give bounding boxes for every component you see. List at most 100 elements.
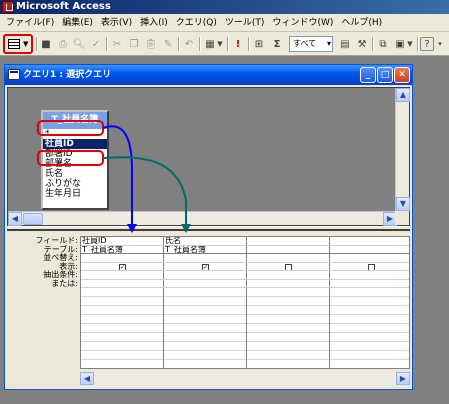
spelling-icon[interactable]: ✓: [88, 36, 104, 52]
paste-icon[interactable]: 📋︎: [143, 36, 159, 52]
grid-cell-table[interactable]: T_社員名簿: [81, 246, 164, 254]
datasheet-view-icon: [8, 39, 20, 49]
menu-tools[interactable]: ツール(T): [221, 14, 269, 32]
build-icon[interactable]: ⚒: [354, 36, 370, 52]
run-icon[interactable]: !: [230, 36, 246, 52]
grid-cell-or[interactable]: [247, 280, 330, 288]
field-list-item[interactable]: 社員ID: [43, 139, 107, 149]
menu-edit[interactable]: 編集(E): [58, 14, 97, 32]
scroll-down-icon[interactable]: ▼: [396, 197, 410, 211]
print-icon[interactable]: ⎙: [55, 36, 71, 52]
grid-horizontal-scrollbar[interactable]: ◀ ▶: [80, 372, 410, 385]
show-table-icon[interactable]: ⊞: [251, 36, 267, 52]
chevron-down-icon[interactable]: ▼: [216, 36, 224, 52]
app-title-bar: Microsoft Access: [0, 0, 449, 14]
menu-view[interactable]: 表示(V): [97, 14, 136, 32]
grid-row-labels: フィールド: テーブル: 並べ替え: 表示: 抽出条件: または:: [7, 236, 79, 288]
grid-cell-table[interactable]: T_社員名簿: [164, 246, 247, 254]
horizontal-scrollbar[interactable]: ◀ ▶: [8, 211, 397, 226]
scrollbar-thumb[interactable]: [23, 213, 43, 225]
grid-cell-table[interactable]: [330, 246, 409, 254]
view-button[interactable]: ▼: [3, 34, 33, 54]
grid-cell-field[interactable]: [330, 237, 409, 246]
field-list-item[interactable]: 氏名: [43, 169, 107, 179]
scroll-left-icon[interactable]: ◀: [8, 212, 22, 226]
help-icon[interactable]: ?: [420, 37, 434, 51]
grid-cell-criteria[interactable]: [81, 271, 164, 280]
toolbar-separator: [372, 37, 373, 51]
design-grid: 社員ID T_社員名簿 ✓ 氏名 T_社員名簿 ✓: [80, 236, 410, 369]
grid-cell-criteria[interactable]: [330, 271, 409, 280]
grid-divider: [163, 288, 164, 368]
field-list-item[interactable]: 生年月日: [43, 189, 107, 199]
grid-cell-criteria[interactable]: [164, 271, 247, 280]
field-list-item[interactable]: ふりがな: [43, 179, 107, 189]
save-icon[interactable]: ■: [38, 36, 54, 52]
scroll-up-icon[interactable]: ▲: [396, 88, 410, 102]
menu-query[interactable]: クエリ(Q): [172, 14, 221, 32]
grid-cell-or[interactable]: [330, 280, 409, 288]
table-pane: T_社員名簿 * 社員ID 部署ID 部署名 氏名 ふりがな 生年月日 ▲ ▼ …: [7, 87, 410, 226]
copy-icon[interactable]: ❐: [126, 36, 142, 52]
query-window-title: クエリ1 : 選択クエリ: [23, 70, 112, 80]
properties-icon[interactable]: ▤: [337, 36, 353, 52]
grid-cell-show: ✓: [81, 263, 164, 271]
print-preview-icon[interactable]: 🔍︎: [71, 36, 87, 52]
undo-icon[interactable]: ↶: [181, 36, 197, 52]
close-button[interactable]: ✕: [394, 67, 410, 83]
cut-icon[interactable]: ✂: [109, 36, 125, 52]
maximize-button[interactable]: □: [377, 67, 393, 83]
scroll-left-icon[interactable]: ◀: [80, 372, 94, 385]
field-list-item[interactable]: *: [43, 129, 107, 139]
grid-cell-or[interactable]: [164, 280, 247, 288]
grid-cell-table[interactable]: [247, 246, 330, 254]
menu-help[interactable]: ヘルプ(H): [337, 14, 386, 32]
query-design-toolbar: ▼ ■ ⎙ 🔍︎ ✓ ✂ ❐ 📋︎ ✎ ↶ ▦ ▼ ! ⊞ Σ すべて ▤ ⚒ …: [0, 32, 449, 56]
app-title: Microsoft Access: [16, 1, 111, 12]
grid-divider: [329, 288, 330, 368]
totals-icon[interactable]: Σ: [269, 36, 285, 52]
grid-cell-sort[interactable]: [81, 254, 164, 263]
toolbar-separator: [106, 37, 107, 51]
grid-cell-sort[interactable]: [164, 254, 247, 263]
format-painter-icon[interactable]: ✎: [160, 36, 176, 52]
grid-cell-field[interactable]: 氏名: [164, 237, 247, 246]
grid-cell-field[interactable]: [247, 237, 330, 246]
menu-file[interactable]: ファイル(F): [2, 14, 58, 32]
toolbar-separator: [248, 37, 249, 51]
vertical-scrollbar[interactable]: ▲ ▼: [395, 88, 410, 211]
show-checkbox[interactable]: [285, 263, 292, 271]
grid-cell-or[interactable]: [81, 280, 164, 288]
grid-cell-sort[interactable]: [247, 254, 330, 263]
top-values-dropdown[interactable]: すべて: [289, 36, 333, 52]
database-window-icon[interactable]: ⧉: [375, 36, 391, 52]
grid-cell-show: [330, 263, 409, 271]
show-checkbox[interactable]: [368, 263, 375, 271]
toolbar-separator: [227, 37, 228, 51]
menu-bar: ファイル(F) 編集(E) 表示(V) 挿入(I) クエリ(Q) ツール(T) ウィンドウ(…: [0, 14, 449, 32]
menu-window[interactable]: ウィンドウ(W): [268, 14, 337, 32]
grid-cell-sort[interactable]: [330, 254, 409, 263]
show-checkbox[interactable]: ✓: [202, 263, 209, 271]
toolbar-separator: [178, 37, 179, 51]
toolbar-separator: [36, 37, 37, 51]
chevron-down-icon[interactable]: ▾: [436, 36, 444, 52]
query-window-title-bar[interactable]: クエリ1 : 選択クエリ _ □ ✕: [5, 65, 412, 85]
chevron-down-icon[interactable]: ▼: [406, 36, 414, 52]
show-checkbox[interactable]: ✓: [119, 263, 126, 271]
field-list-item[interactable]: 部署名: [43, 159, 107, 169]
grid-cell-show: [247, 263, 330, 271]
query-icon: [8, 69, 20, 80]
grid-cell-show: ✓: [164, 263, 247, 271]
toolbar-separator: [199, 37, 200, 51]
scroll-right-icon[interactable]: ▶: [396, 372, 410, 385]
grid-cell-criteria[interactable]: [247, 271, 330, 280]
row-label-or: または:: [51, 278, 78, 288]
field-list-title[interactable]: T_社員名簿: [43, 112, 107, 129]
minimize-button[interactable]: _: [360, 67, 376, 83]
field-list[interactable]: T_社員名簿 * 社員ID 部署ID 部署名 氏名 ふりがな 生年月日: [41, 110, 109, 210]
menu-insert[interactable]: 挿入(I): [136, 14, 172, 32]
grid-cell-field[interactable]: 社員ID: [81, 237, 164, 246]
chevron-down-icon: ▼: [23, 40, 29, 48]
field-list-item[interactable]: 部署ID: [43, 149, 107, 159]
